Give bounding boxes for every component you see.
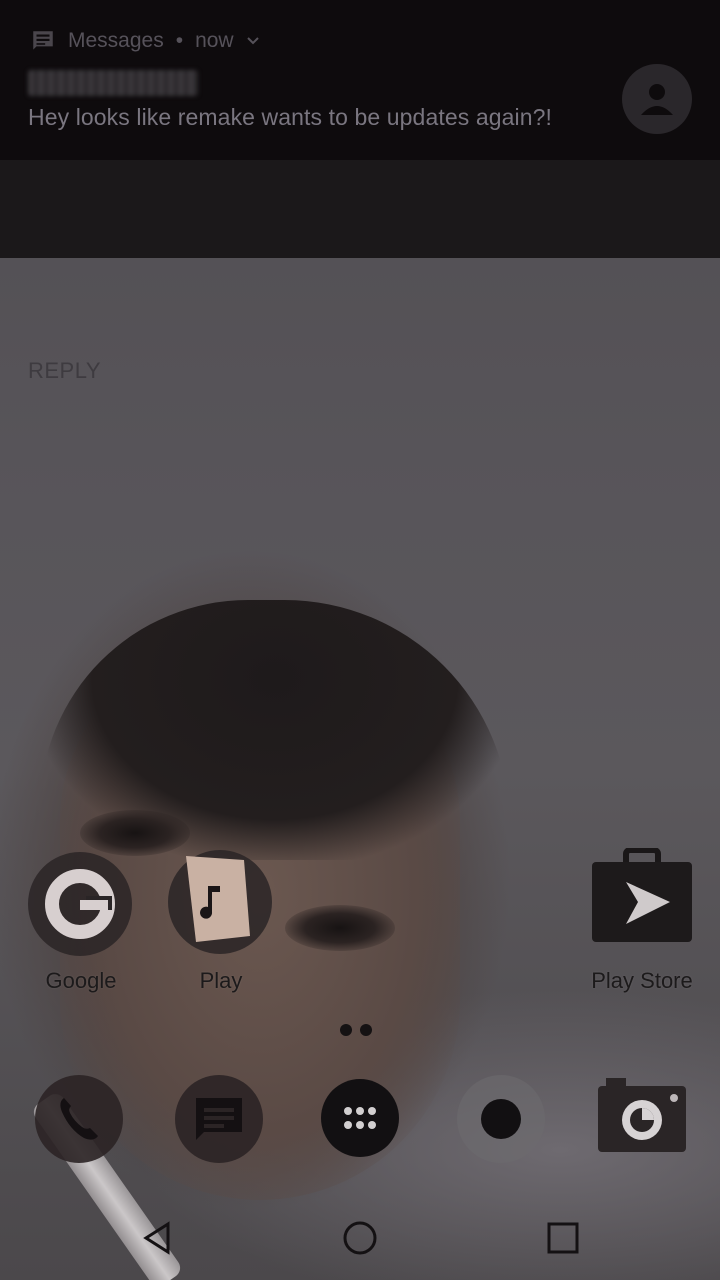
back-icon[interactable]: [138, 1218, 178, 1258]
app-google[interactable]: Google: [26, 850, 136, 1000]
app-play[interactable]: Play: [166, 846, 276, 1000]
app-label-play-store: Play Store: [591, 968, 693, 993]
google-icon: [28, 852, 132, 956]
notification-card[interactable]: Messages • now Hey looks like remake wan…: [0, 0, 720, 160]
notification-header: Messages • now: [30, 28, 260, 54]
dock-phone[interactable]: [34, 1074, 124, 1164]
app-drawer-icon: [321, 1079, 399, 1157]
page-dot: [360, 1024, 372, 1036]
dock-messages[interactable]: [174, 1074, 264, 1164]
camera-icon: [598, 1078, 686, 1152]
person-icon: [641, 84, 673, 115]
app-play-store[interactable]: Play Store: [582, 848, 702, 1000]
notification-app-name: Messages: [68, 29, 164, 52]
page-indicator: [340, 1024, 372, 1036]
reply-button[interactable]: REPLY: [28, 358, 101, 384]
page-dot: [340, 1024, 352, 1036]
message-icon: [33, 31, 53, 50]
app-label-google: Google: [45, 968, 117, 993]
phone-icon: [35, 1075, 123, 1163]
notification-time: now: [195, 29, 234, 52]
home-icon[interactable]: [340, 1218, 380, 1258]
notification-message: Hey looks like remake wants to be update…: [28, 104, 552, 130]
dock-camera[interactable]: [592, 1078, 692, 1158]
recents-icon[interactable]: [543, 1218, 583, 1258]
dock-chrome[interactable]: [456, 1074, 546, 1164]
navigation-bar: [0, 1200, 720, 1280]
app-label-play: Play: [199, 968, 243, 993]
app-drawer-button[interactable]: [320, 1078, 400, 1158]
notification-sender-redacted: [28, 70, 198, 96]
avatar: [622, 64, 692, 134]
messages-icon: [175, 1075, 263, 1163]
play-music-icon: [168, 850, 272, 954]
chevron-down-icon[interactable]: [246, 34, 260, 48]
home-screen: Messages • now Hey looks like remake wan…: [0, 0, 720, 1280]
chrome-icon: [457, 1075, 545, 1163]
notification-actions: REPLY: [0, 160, 720, 383]
notification-separator: •: [175, 29, 184, 52]
wallpaper-eye-right: [285, 905, 395, 951]
play-store-icon: [592, 848, 692, 942]
